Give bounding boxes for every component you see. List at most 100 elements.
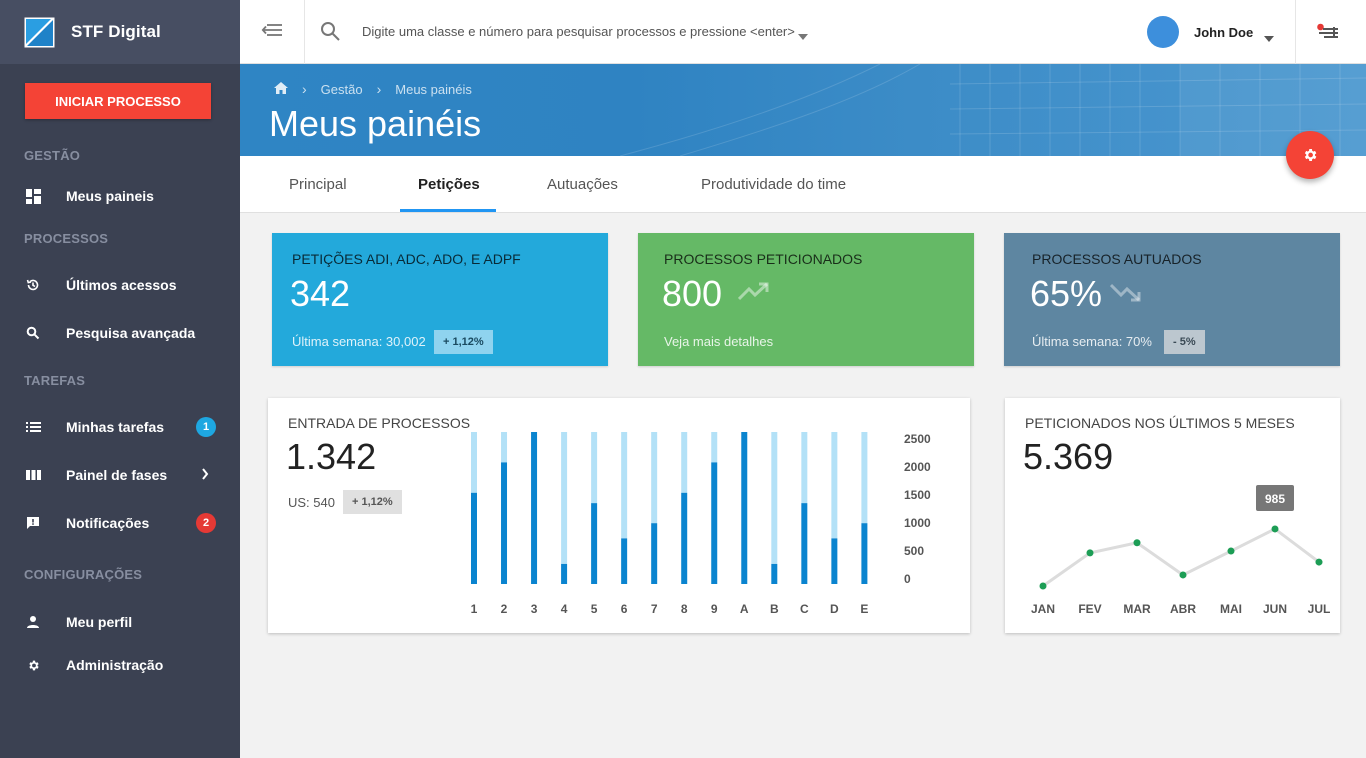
- y-tick-label: 500: [904, 544, 924, 558]
- bar-value: [861, 523, 868, 584]
- data-point: [1271, 525, 1279, 533]
- tab-autuacoes[interactable]: Autuações: [547, 176, 618, 193]
- bar-value: [801, 503, 808, 584]
- search-input[interactable]: Digite uma classe e número para pesquisa…: [362, 24, 795, 39]
- y-tick-label: 2500: [904, 432, 931, 446]
- bar-value: [471, 492, 477, 584]
- active-tab-indicator: [400, 209, 496, 212]
- bar-value: [561, 563, 568, 584]
- see-details-link[interactable]: Veja mais detalhes: [664, 334, 773, 349]
- bar-value: [741, 432, 748, 584]
- page-title: Meus painéis: [269, 103, 482, 144]
- user-menu-caret-icon[interactable]: [1264, 29, 1274, 47]
- settings-fab-button[interactable]: [1286, 131, 1334, 179]
- sidebar-item-label: Meus paineis: [66, 188, 154, 204]
- x-tick-label: MAR: [1123, 602, 1151, 616]
- stat-card-peticoes[interactable]: PETIÇÕES ADI, ADC, ADO, e ADPF 342 Últim…: [272, 233, 608, 366]
- stat-value: 342: [290, 273, 351, 314]
- notification-list-icon: [1317, 23, 1338, 38]
- bar-remaining: [561, 432, 568, 564]
- stat-card-peticionados[interactable]: PROCESSOS PETICIONADOS 800 Veja mais det…: [638, 233, 974, 366]
- search-icon: [25, 325, 41, 341]
- x-tick-label: B: [770, 602, 779, 616]
- sidebar-item-painel-de-fases[interactable]: Painel de fases: [0, 455, 240, 495]
- sidebar: STF Digital INICIAR PROCESSO GESTÃO Meus…: [0, 0, 240, 758]
- x-tick-label: 1: [471, 602, 478, 616]
- chevron-right-icon: [201, 467, 209, 483]
- stat-card-autuados[interactable]: PROCESSOS AUTUADOS 65% Última semana: 70…: [1004, 233, 1340, 366]
- bar-remaining: [621, 432, 628, 539]
- sidebar-item-label: Administração: [66, 657, 164, 673]
- breadcrumb-separator-icon: ›: [376, 81, 382, 97]
- bar-remaining: [651, 432, 658, 524]
- tab-produtividade[interactable]: Produtividade do time: [701, 176, 846, 193]
- bar-remaining: [711, 432, 718, 463]
- bar-value: [621, 538, 628, 584]
- avatar[interactable]: [1147, 16, 1179, 48]
- tab-bar: Principal Petições Autuações Produtivida…: [240, 156, 1366, 213]
- sidebar-item-meus-paineis[interactable]: Meus paineis: [0, 176, 240, 216]
- tab-principal[interactable]: Principal: [289, 176, 347, 193]
- data-point: [1315, 558, 1323, 566]
- x-tick-label: 3: [531, 602, 538, 616]
- x-tick-label: 5: [591, 602, 598, 616]
- breadcrumb: › Gestão › Meus painéis: [274, 81, 472, 97]
- bar-remaining: [681, 432, 688, 493]
- breadcrumb-gestao[interactable]: Gestão: [321, 82, 363, 97]
- brand[interactable]: STF Digital: [0, 0, 240, 64]
- y-tick-label: 2000: [904, 460, 931, 474]
- stat-title: PROCESSOS AUTUADOS: [1032, 251, 1202, 267]
- menu-collapse-icon: [261, 23, 283, 42]
- bar-value: [711, 462, 718, 584]
- start-process-button[interactable]: INICIAR PROCESSO: [25, 83, 211, 119]
- x-tick-label: MAI: [1220, 602, 1242, 616]
- x-tick-label: 2: [501, 602, 508, 616]
- peticionados-panel: PETICIONADOS NOS ÚLTIMOS 5 MESES 5.369 J…: [1005, 398, 1340, 633]
- tab-peticoes[interactable]: Petições: [418, 176, 480, 193]
- stat-footer: Última semana: 70%: [1032, 334, 1152, 349]
- bar-remaining: [861, 432, 868, 524]
- user-name[interactable]: John Doe: [1194, 25, 1253, 40]
- breadcrumb-meus-paineis: Meus painéis: [395, 81, 472, 97]
- gear-icon: [25, 657, 41, 673]
- bar-remaining: [831, 432, 838, 539]
- feedback-icon: [25, 515, 41, 531]
- data-point: [1086, 549, 1094, 557]
- section-processos: PROCESSOS: [24, 231, 109, 246]
- search-icon[interactable]: [320, 21, 341, 47]
- data-point: [1227, 547, 1235, 555]
- bar-value: [681, 492, 688, 584]
- y-tick-label: 0: [904, 572, 911, 586]
- bar-value: [531, 432, 538, 584]
- sidebar-item-label: Meu perfil: [66, 614, 133, 630]
- stat-footer: Última semana: 30,002: [292, 334, 426, 349]
- x-tick-label: 6: [621, 602, 628, 616]
- history-icon: [25, 277, 41, 293]
- x-tick-label: D: [830, 602, 839, 616]
- notifications-button[interactable]: [1295, 0, 1366, 64]
- bar-value: [651, 523, 658, 584]
- sidebar-item-minhas-tarefas[interactable]: Minhas tarefas 1: [0, 407, 240, 447]
- search-filter-dropdown-icon[interactable]: [798, 27, 808, 45]
- sidebar-item-label: Minhas tarefas: [66, 419, 165, 435]
- notifications-count-badge: 2: [196, 513, 216, 533]
- tasks-count-badge: 1: [196, 417, 216, 437]
- collapse-menu-button[interactable]: [240, 0, 305, 64]
- sidebar-item-notificacoes[interactable]: Notificações 2: [0, 503, 240, 543]
- sidebar-item-pesquisa-avancada[interactable]: Pesquisa avançada: [0, 313, 240, 353]
- y-tick-label: 1000: [904, 516, 931, 530]
- data-point: [1179, 571, 1187, 579]
- home-icon[interactable]: [274, 81, 288, 97]
- person-icon: [25, 614, 41, 630]
- sidebar-item-ultimos-acessos[interactable]: Últimos acessos: [0, 265, 240, 305]
- x-tick-label: A: [740, 602, 749, 616]
- value-tooltip-label: 985: [1265, 492, 1285, 506]
- page-header: › Gestão › Meus painéis Meus painéis: [240, 64, 1366, 156]
- bar-remaining: [801, 432, 808, 504]
- x-tick-label: E: [860, 602, 868, 616]
- sidebar-item-meu-perfil[interactable]: Meu perfil: [0, 602, 240, 642]
- sidebar-item-administracao[interactable]: Administração: [0, 645, 240, 685]
- bar-value: [591, 503, 598, 584]
- breadcrumb-separator-icon: ›: [302, 81, 307, 97]
- x-tick-label: 7: [651, 602, 658, 616]
